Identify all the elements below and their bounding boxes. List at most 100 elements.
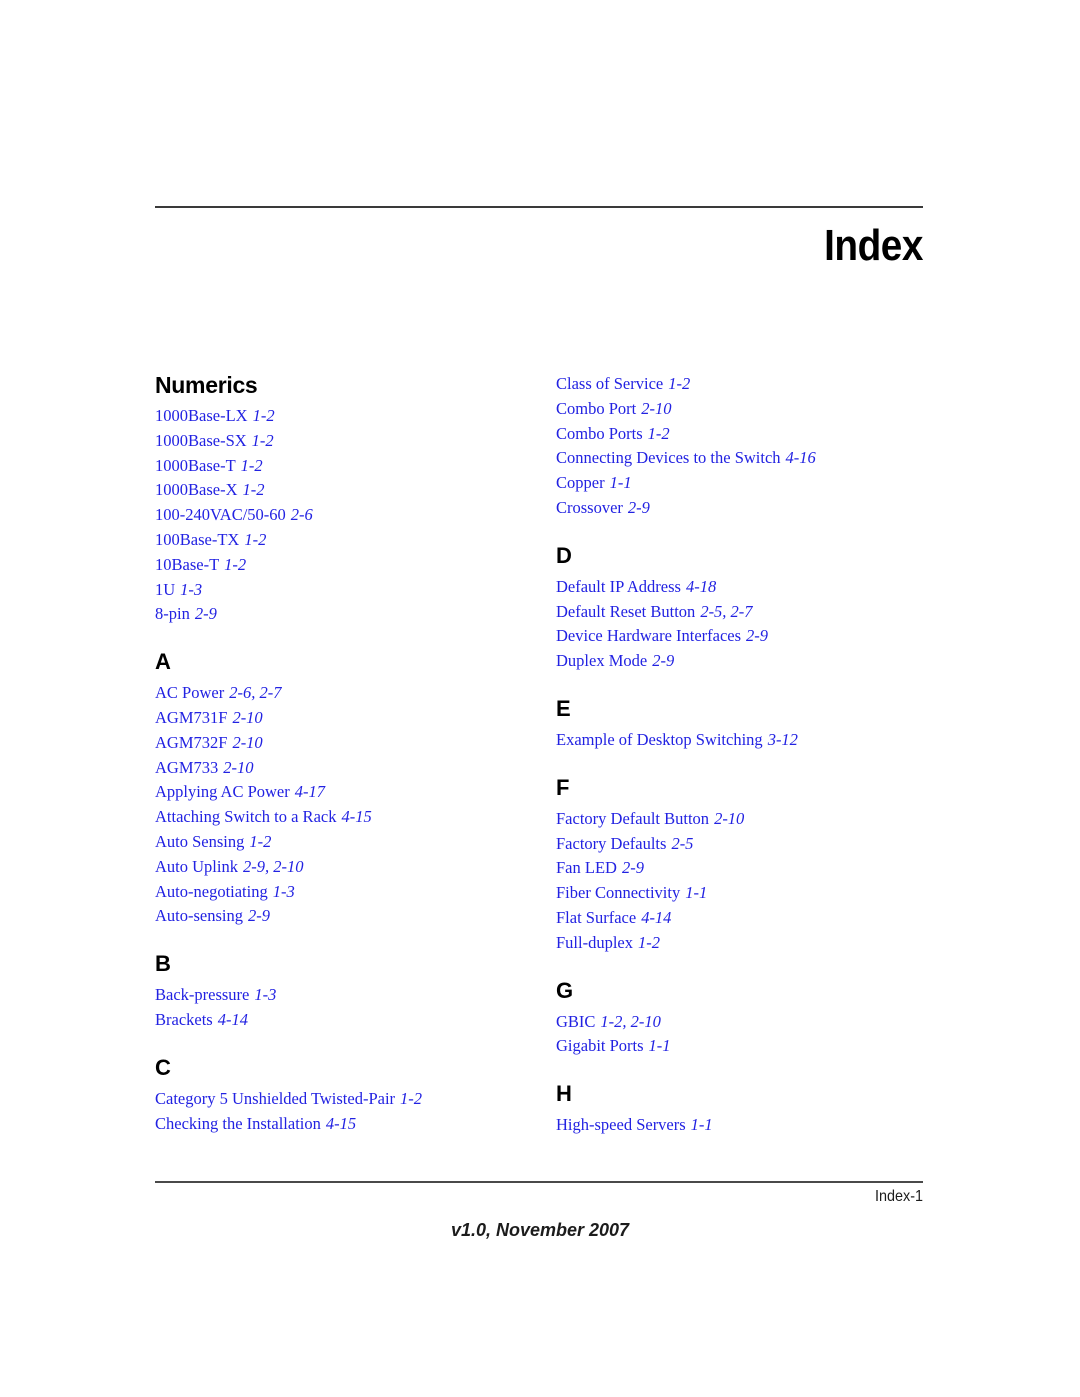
index-entry-term: Full-duplex	[556, 932, 633, 952]
index-entry-term: Default Reset Button	[556, 601, 696, 621]
index-entry-term: 100Base-TX	[155, 529, 240, 549]
index-entry[interactable]: Fiber Connectivity 1-1	[556, 881, 936, 906]
index-entry-locators: 2-9	[621, 858, 644, 878]
index-group-heading: D	[556, 542, 572, 568]
index-entry[interactable]: Auto Sensing 1-2	[155, 830, 535, 855]
index-entry[interactable]: 1000Base-SX 1-2	[155, 429, 535, 454]
index-entry[interactable]: Back-pressure 1-3	[155, 983, 535, 1008]
index-entry[interactable]: Attaching Switch to a Rack 4-15	[155, 805, 535, 830]
index-entry-term: Device Hardware Interfaces	[556, 626, 742, 646]
index-entry[interactable]: Auto-sensing 2-9	[155, 904, 535, 929]
index-entry[interactable]: 100Base-TX 1-2	[155, 528, 535, 553]
index-entry-term: Connecting Devices to the Switch	[556, 448, 781, 468]
index-page: Index Numerics 1000Base-LX 1-2 1000Base-SX 1…	[0, 0, 1080, 1397]
index-entry-term: 1000Base-LX	[155, 406, 248, 425]
index-entry-term: AC Power	[155, 683, 225, 703]
index-entry-locators: 4-17	[294, 782, 326, 802]
index-entry[interactable]: Default IP Address 4-18	[556, 575, 936, 600]
index-entry-locators: 4-15	[341, 807, 372, 827]
index-entry[interactable]: AC Power 2-6, 2-7	[155, 681, 535, 706]
index-entry[interactable]: Example of Desktop Switching 3-12	[556, 728, 936, 753]
index-entry-locators: 2-9	[652, 651, 675, 671]
index-entry-locators: 1-3	[254, 985, 277, 1005]
index-entry[interactable]: Auto Uplink 2-9, 2-10	[155, 855, 535, 880]
index-entry[interactable]: Crossover 2-9	[556, 496, 936, 521]
index-entry-locators: 2-9	[746, 626, 769, 646]
index-entry-term: Auto-negotiating	[155, 881, 268, 901]
index-entry[interactable]: Brackets 4-14	[155, 1008, 535, 1033]
index-entry[interactable]: Category 5 Unshielded Twisted-Pair 1-2	[155, 1087, 535, 1112]
index-entry[interactable]: Factory Defaults 2-5	[556, 832, 936, 857]
index-entry[interactable]: Device Hardware Interfaces 2-9	[556, 624, 936, 649]
index-entry-locators: 1-2	[638, 932, 660, 952]
index-entry[interactable]: AGM733 2-10	[155, 756, 535, 781]
index-entry-term: 1U	[155, 579, 176, 599]
index-entry-locators: 4-16	[785, 448, 816, 468]
index-entry-term: Combo Port	[556, 398, 637, 418]
index-entry-term: Crossover	[556, 497, 623, 517]
index-group-heading: C	[155, 1054, 171, 1080]
index-group: G GBIC 1-2, 2-10 Gigabit Ports 1-1	[556, 978, 936, 1060]
index-entry[interactable]: Flat Surface 4-14	[556, 906, 936, 931]
index-entry[interactable]: Fan LED 2-9	[556, 856, 936, 881]
index-entry[interactable]: Class of Service 1-2	[556, 372, 936, 397]
index-entry-locators: 2-9	[248, 906, 270, 926]
index-group: Numerics 1000Base-LX 1-2 1000Base-SX 1-2 1000…	[155, 372, 535, 627]
index-group-heading: B	[155, 951, 171, 977]
index-entry-term: Default IP Address	[556, 576, 681, 596]
index-entry[interactable]: Factory Default Button 2-10	[556, 807, 936, 832]
index-entry[interactable]: 1000Base-X 1-2	[155, 478, 535, 503]
index-entry[interactable]: AGM731F 2-10	[155, 706, 535, 731]
index-entry-term: Factory Default Button	[556, 808, 710, 828]
index-entry-locators: 2-6	[290, 505, 313, 525]
index-entry[interactable]: GBIC 1-2, 2-10	[556, 1010, 936, 1035]
index-entry[interactable]: Duplex Mode 2-9	[556, 649, 936, 674]
index-entry-locators: 1-2	[240, 455, 263, 475]
index-entry-term: Auto-sensing	[155, 906, 243, 926]
index-entry[interactable]: Full-duplex 1-2	[556, 931, 936, 956]
index-entry[interactable]: Applying AC Power 4-17	[155, 780, 535, 805]
footer-page-number: Index-1	[874, 1188, 923, 1205]
index-group: C Category 5 Unshielded Twisted-Pair 1-2 Ch…	[155, 1055, 535, 1137]
index-group: B Back-pressure 1-3 Brackets 4-14	[155, 951, 535, 1033]
index-entry[interactable]: 8-pin 2-9	[155, 602, 535, 627]
index-entry[interactable]: 1000Base-LX 1-2	[155, 404, 535, 429]
index-entry[interactable]: 1U 1-3	[155, 578, 535, 603]
index-entry-term: 10Base-T	[155, 554, 220, 574]
index-entry-term: Brackets	[155, 1009, 213, 1029]
index-entry-locators: 2-10	[223, 757, 254, 777]
index-entry-term: Back-pressure	[155, 985, 250, 1005]
index-entry-term: 1000Base-X	[155, 480, 238, 500]
index-entry-locators: 1-2	[224, 554, 247, 574]
index-group-heading: H	[556, 1081, 572, 1107]
index-entry-term: 1000Base-T	[155, 455, 236, 475]
index-entry[interactable]: Copper 1-1	[556, 471, 936, 496]
index-group: H High-speed Servers 1-1	[556, 1081, 936, 1138]
index-group-heading: G	[556, 977, 574, 1003]
index-entry[interactable]: Combo Port 2-10	[556, 397, 936, 422]
index-entry[interactable]: 1000Base-T 1-2	[155, 454, 535, 479]
index-entry[interactable]: Connecting Devices to the Switch 4-16	[556, 446, 936, 471]
index-entry-locators: 2-6, 2-7	[229, 683, 282, 703]
index-entry[interactable]: Auto-negotiating 1-3	[155, 880, 535, 905]
index-entry[interactable]: AGM732F 2-10	[155, 731, 535, 756]
page-title: Index	[824, 221, 923, 270]
index-group: Class of Service 1-2 Combo Port 2-10 Combo P…	[556, 372, 936, 521]
index-entry-term: Combo Ports	[556, 423, 643, 443]
index-entry-locators: 1-2	[647, 423, 670, 443]
index-entry-term: Gigabit Ports	[556, 1036, 644, 1056]
index-entry[interactable]: 100-240VAC/50-60 2-6	[155, 503, 535, 528]
index-entry-locators: 2-5, 2-7	[700, 601, 753, 621]
index-entry-locators: 1-2	[242, 480, 265, 500]
index-entry[interactable]: 10Base-T 1-2	[155, 553, 535, 578]
index-entry[interactable]: High-speed Servers 1-1	[556, 1113, 936, 1138]
index-entry[interactable]: Gigabit Ports 1-1	[556, 1034, 936, 1059]
index-entry-term: GBIC	[556, 1011, 596, 1031]
index-entry-locators: 4-15	[325, 1113, 357, 1133]
index-entry[interactable]: Combo Ports 1-2	[556, 422, 936, 447]
index-entry[interactable]: Default Reset Button 2-5, 2-7	[556, 600, 936, 625]
index-entry[interactable]: Checking the Installation 4-15	[155, 1112, 535, 1137]
index-entry-locators: 1-1	[690, 1115, 713, 1135]
index-entry-term: Fiber Connectivity	[556, 883, 681, 903]
header-divider	[155, 206, 923, 208]
